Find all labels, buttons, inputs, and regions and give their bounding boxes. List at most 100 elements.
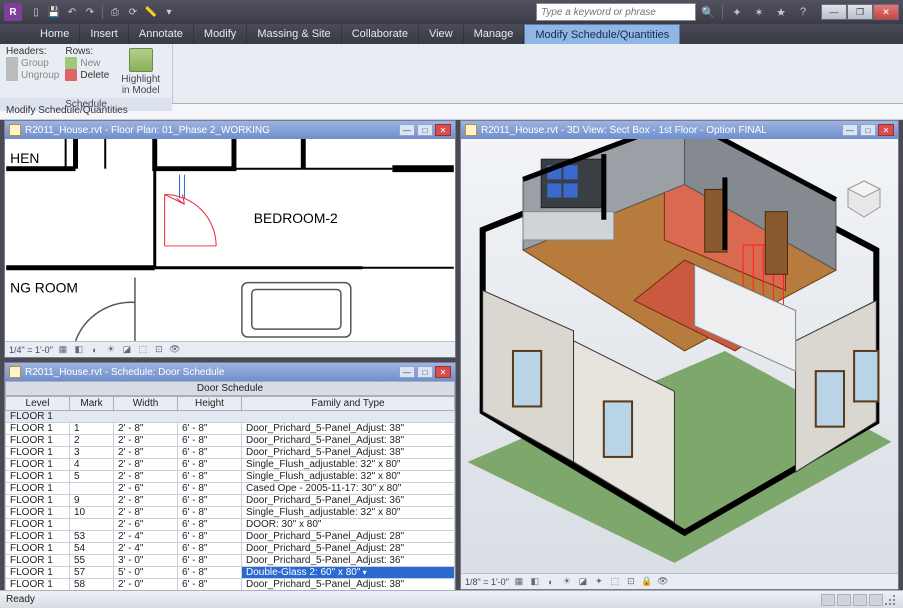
tab-home[interactable]: Home [30,24,80,44]
view-close-button[interactable]: ✕ [878,124,894,136]
scale-icon[interactable]: ▦ [513,576,525,588]
table-row[interactable]: FLOOR 142' - 8"6' - 8"Single_Flush_adjus… [6,459,455,471]
view-minimize-button[interactable]: — [399,366,415,378]
schedule-col-header[interactable]: Level [6,397,70,411]
floorplan-scale[interactable]: 1/4" = 1'-0" [9,345,53,355]
resize-grip[interactable] [883,593,897,607]
visual-style-icon[interactable]: ◐ [545,576,557,588]
tab-massing-site[interactable]: Massing & Site [247,24,341,44]
table-row[interactable]: FLOOR 152' - 8"6' - 8"Single_Flush_adjus… [6,471,455,483]
detail-level-icon[interactable]: ◧ [73,344,85,356]
qat-save-icon[interactable]: 💾 [46,4,62,20]
scale-icon[interactable]: ▦ [57,344,69,356]
status-filter-icon[interactable] [869,594,883,606]
highlight-in-model-button[interactable]: Highlight in Model [115,46,166,98]
view-maximize-button[interactable]: □ [860,124,876,136]
window-restore-button[interactable]: ❐ [847,4,873,20]
qat-dropdown-icon[interactable]: ▾ [161,4,177,20]
tab-collaborate[interactable]: Collaborate [342,24,419,44]
ungroup-button[interactable]: Ungroup [6,69,59,81]
view-maximize-button[interactable]: □ [417,124,433,136]
table-row[interactable]: FLOOR 192' - 8"6' - 8"Door_Prichard_5-Pa… [6,495,455,507]
table-row[interactable]: FLOOR 12' - 6"6' - 8"DOOR: 30" x 80" [6,519,455,531]
view-close-button[interactable]: ✕ [435,366,451,378]
new-row-button[interactable]: New [65,57,109,69]
view-close-button[interactable]: ✕ [435,124,451,136]
shadows-icon[interactable]: ◪ [121,344,133,356]
crop-icon[interactable]: ⬚ [609,576,621,588]
status-icon-3[interactable] [853,594,867,606]
search-input[interactable] [536,3,696,21]
schedule-table[interactable]: LevelMarkWidthHeightFamily and TypeFLOOR… [5,396,455,603]
hide-icon[interactable]: 👁 [657,576,669,588]
view-icon [9,366,21,378]
tab-insert[interactable]: Insert [80,24,129,44]
window-close-button[interactable]: ✕ [873,4,899,20]
ribbon-headers-group: Headers: Group Ungroup [6,46,59,98]
schedule-header: Door Schedule [5,381,455,396]
view-cube[interactable] [844,179,884,219]
tab-view[interactable]: View [419,24,464,44]
shadows-icon[interactable]: ◪ [577,576,589,588]
hide-icon[interactable]: 👁 [169,344,181,356]
view-icon [465,124,477,136]
view3d-title: R2011_House.rvt - 3D View: Sect Box - 1s… [481,125,767,136]
schedule-group-row[interactable]: FLOOR 1 [6,411,455,423]
favorites-icon[interactable]: ★ [771,3,791,21]
ribbon-rows-group: Rows: New Delete [65,46,109,98]
table-row[interactable]: FLOOR 122' - 8"6' - 8"Door_Prichard_5-Pa… [6,435,455,447]
floorplan-canvas[interactable]: HEN NG ROOM BEDROOM-2 [5,139,455,341]
crop-icon[interactable]: ⬚ [137,344,149,356]
table-row[interactable]: FLOOR 132' - 8"6' - 8"Door_Prichard_5-Pa… [6,447,455,459]
table-row[interactable]: FLOOR 12' - 6"6' - 8"Cased Ope - 2005-11… [6,483,455,495]
qat-print-icon[interactable]: ⎙ [107,4,123,20]
search-go-icon[interactable]: 🔍 [698,3,718,21]
qat-measure-icon[interactable]: 📏 [143,4,159,20]
app-menu-button[interactable]: R [4,3,22,21]
lock-icon[interactable]: 🔒 [641,576,653,588]
window-minimize-button[interactable]: — [821,4,847,20]
detail-level-icon[interactable]: ◧ [529,576,541,588]
schedule-col-header[interactable]: Width [114,397,178,411]
view3d-canvas[interactable] [461,139,898,573]
crop-show-icon[interactable]: ⊡ [625,576,637,588]
view-minimize-button[interactable]: — [399,124,415,136]
schedule-col-header[interactable]: Family and Type [242,397,455,411]
table-row[interactable]: FLOOR 1575' - 0"6' - 8"Double-Glass 2: 6… [6,567,455,579]
subscription-icon[interactable]: ✦ [727,3,747,21]
view3d-scale[interactable]: 1/8" = 1'-0" [465,577,509,587]
table-row[interactable]: FLOOR 112' - 8"6' - 8"Door_Prichard_5-Pa… [6,423,455,435]
crop-show-icon[interactable]: ⊡ [153,344,165,356]
qat-open-icon[interactable]: ▯ [28,4,44,20]
help-icon[interactable]: ? [793,3,813,21]
tab-modify-schedule-quantities[interactable]: Modify Schedule/Quantities [524,24,680,44]
rendering-icon[interactable]: ✦ [593,576,605,588]
view3d-title-bar[interactable]: R2011_House.rvt - 3D View: Sect Box - 1s… [461,121,898,139]
tab-annotate[interactable]: Annotate [129,24,194,44]
communication-icon[interactable]: ✶ [749,3,769,21]
schedule-col-header[interactable]: Height [178,397,242,411]
tab-manage[interactable]: Manage [464,24,525,44]
floorplan-title-bar[interactable]: R2011_House.rvt - Floor Plan: 01_Phase 2… [5,121,455,139]
view-maximize-button[interactable]: □ [417,366,433,378]
sun-path-icon[interactable]: ☀ [561,576,573,588]
delete-row-button[interactable]: Delete [65,69,109,81]
qat-undo-icon[interactable]: ↶ [64,4,80,20]
status-icon-2[interactable] [837,594,851,606]
table-row[interactable]: FLOOR 1582' - 0"6' - 8"Door_Prichard_5-P… [6,579,455,591]
schedule-grid[interactable]: Door Schedule LevelMarkWidthHeightFamily… [5,381,455,603]
qat-sync-icon[interactable]: ⟳ [125,4,141,20]
table-row[interactable]: FLOOR 1102' - 8"6' - 8"Single_Flush_adju… [6,507,455,519]
group-button[interactable]: Group [6,57,59,69]
visual-style-icon[interactable]: ◐ [89,344,101,356]
view-minimize-button[interactable]: — [842,124,858,136]
schedule-col-header[interactable]: Mark [70,397,114,411]
qat-redo-icon[interactable]: ↷ [82,4,98,20]
tab-modify[interactable]: Modify [194,24,247,44]
sun-path-icon[interactable]: ☀ [105,344,117,356]
status-icon-1[interactable] [821,594,835,606]
table-row[interactable]: FLOOR 1542' - 4"6' - 8"Door_Prichard_5-P… [6,543,455,555]
table-row[interactable]: FLOOR 1553' - 0"6' - 8"Door_Prichard_5-P… [6,555,455,567]
table-row[interactable]: FLOOR 1532' - 4"6' - 8"Door_Prichard_5-P… [6,531,455,543]
schedule-title-bar[interactable]: R2011_House.rvt - Schedule: Door Schedul… [5,363,455,381]
